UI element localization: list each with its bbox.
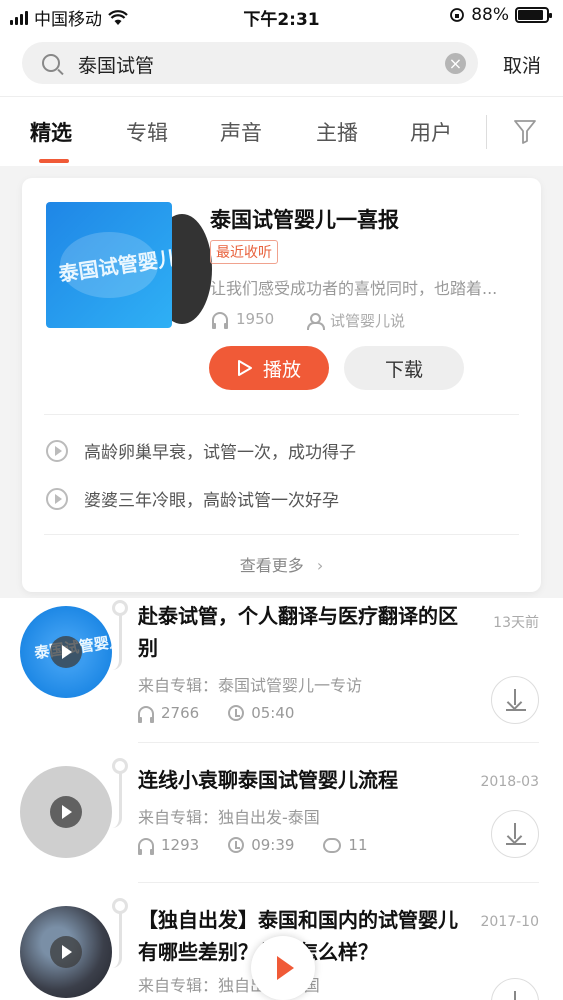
floating-play-button[interactable] — [251, 936, 315, 1000]
play-icon[interactable] — [50, 936, 82, 968]
divider — [44, 414, 519, 415]
divider — [138, 742, 539, 743]
chevron-right-icon: › — [316, 556, 324, 575]
filter-icon[interactable] — [513, 119, 537, 145]
play-icon[interactable] — [50, 636, 82, 668]
headphone-icon — [138, 706, 154, 723]
track-album[interactable]: 来自专辑：独自出发-泰国 — [138, 804, 320, 828]
battery-percent: 88% — [471, 5, 509, 25]
tab-anchors[interactable]: 主播 — [316, 117, 358, 147]
recent-badge: 最近收听 — [210, 240, 278, 264]
album-plays: 1950 — [212, 310, 274, 329]
play-circle-icon[interactable] — [46, 439, 68, 462]
tab-sounds[interactable]: 声音 — [220, 117, 262, 147]
download-icon[interactable] — [491, 676, 539, 724]
track-cover[interactable] — [20, 766, 112, 858]
cancel-button[interactable]: 取消 — [503, 51, 541, 78]
tab-featured[interactable]: 精选 — [30, 117, 72, 147]
album-title[interactable]: 泰国试管婴儿一喜报 — [210, 204, 399, 234]
search-input[interactable]: 泰国试管 × — [22, 42, 478, 84]
status-bar: 中国移动 下午2:31 88% — [0, 0, 563, 32]
search-query[interactable]: 泰国试管 — [78, 51, 154, 78]
play-icon[interactable] — [50, 796, 82, 828]
download-icon[interactable] — [491, 978, 539, 1000]
album-description: 让我们感受成功者的喜悦同时，也踏着... — [210, 279, 498, 298]
play-button[interactable]: 播放 — [209, 346, 329, 390]
tab-divider — [486, 115, 487, 149]
clock-icon — [228, 705, 245, 721]
download-icon[interactable] — [491, 810, 539, 858]
divider — [44, 534, 519, 535]
album-author[interactable]: 试管婴儿说 — [306, 310, 405, 331]
track-title[interactable]: 连线小袁聊泰国试管婴儿流程 — [138, 764, 468, 796]
category-tabs: 精选 专辑 声音 主播 用户 — [0, 96, 563, 166]
headphone-icon — [138, 838, 154, 855]
play-icon — [237, 360, 252, 376]
clear-icon[interactable]: × — [445, 53, 466, 74]
tab-albums[interactable]: 专辑 — [126, 117, 168, 147]
track-date: 2017-10 — [480, 914, 540, 930]
track-date: 13天前 — [493, 615, 539, 631]
see-more-link[interactable]: 查看更多 › — [22, 552, 541, 576]
track-album[interactable]: 来自专辑：泰国试管婴儿一专访 — [138, 672, 362, 696]
search-icon — [42, 54, 60, 72]
album-card[interactable]: 泰国试管婴儿 泰国试管婴儿一喜报 最近收听 让我们感受成功者的喜悦同时，也踏着.… — [22, 178, 541, 592]
divider — [138, 882, 539, 883]
track-meta: 2766 05:40 — [138, 704, 294, 723]
play-circle-icon[interactable] — [46, 487, 68, 510]
rotation-lock-icon — [450, 8, 465, 22]
person-icon — [306, 312, 325, 330]
track-meta: 1293 09:39 11 — [138, 836, 368, 855]
battery-icon — [515, 7, 552, 23]
headphone-icon — [212, 312, 228, 329]
clock-icon — [228, 837, 245, 853]
track-date: 2018-03 — [480, 774, 540, 790]
search-header: 泰国试管 × 取消 — [0, 32, 563, 96]
album-cover[interactable]: 泰国试管婴儿 — [46, 202, 172, 328]
track-cover[interactable] — [20, 906, 112, 998]
comment-icon — [323, 837, 342, 853]
download-button[interactable]: 下载 — [344, 346, 464, 390]
active-tab-indicator — [39, 159, 69, 163]
tab-users[interactable]: 用户 — [410, 117, 452, 147]
track-item[interactable]: 婆婆三年冷眼，高龄试管一次好孕 — [46, 486, 339, 511]
track-item[interactable]: 高龄卵巢早衰，试管一次，成功得子 — [46, 438, 356, 463]
track-title[interactable]: 赴泰试管，个人翻译与医疗翻译的区别 — [138, 600, 468, 664]
track-cover[interactable]: 泰国试管婴儿 — [20, 606, 112, 698]
